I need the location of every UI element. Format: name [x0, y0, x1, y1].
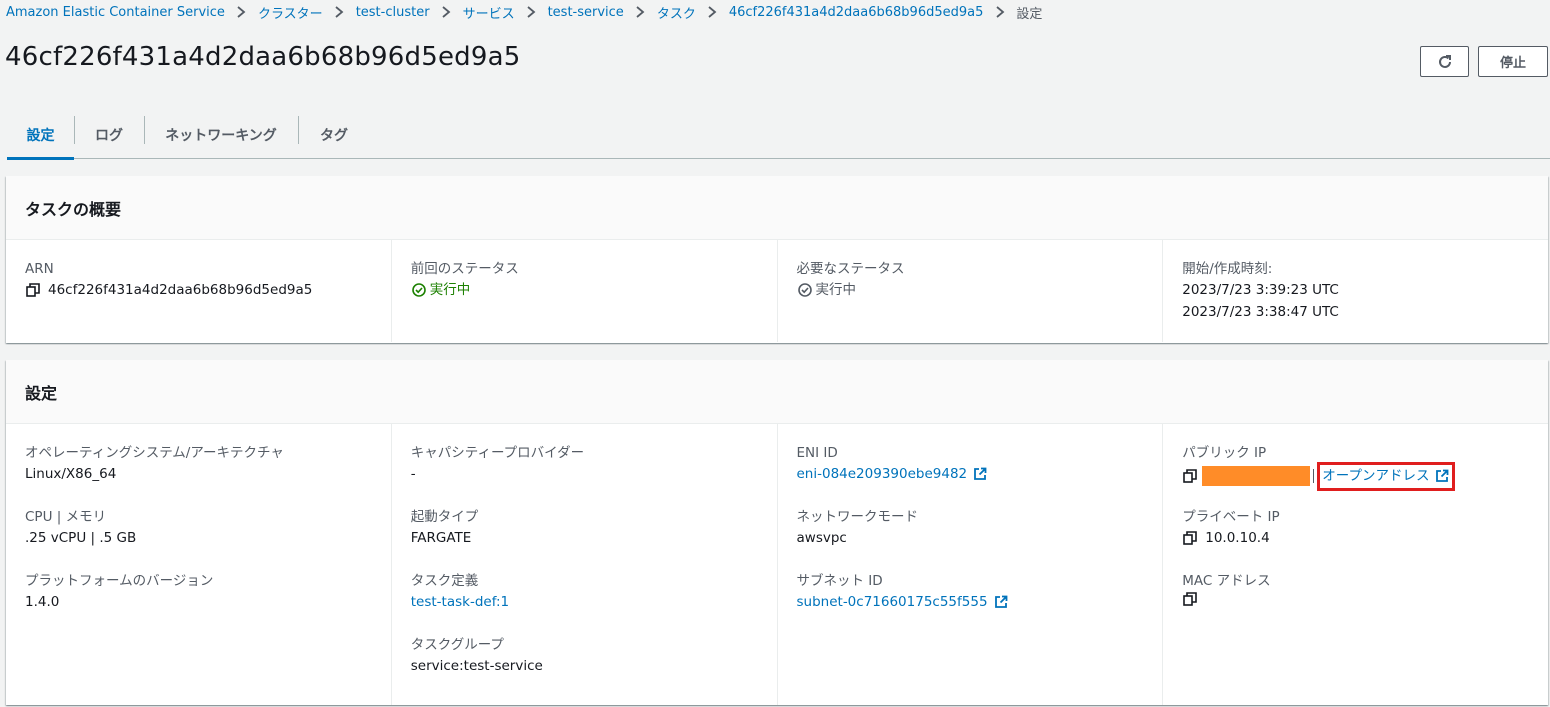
- arn-column: ARN 46cf226f431a4d2daa6b68b96d5ed9a5: [6, 240, 391, 342]
- chevron-right-icon: [225, 6, 258, 18]
- page-title: 46cf226f431a4d2daa6b68b96d5ed9a5: [5, 42, 521, 72]
- started-column: 開始/作成時刻: 2023/7/23 3:39:23 UTC 2023/7/23…: [1162, 240, 1548, 342]
- panel-title: タスクの概要: [6, 176, 1548, 240]
- breadcrumb-services[interactable]: サービス: [463, 3, 515, 22]
- status-stopped-icon: [797, 282, 813, 298]
- private-ip-value: 10.0.10.4: [1205, 530, 1270, 546]
- config-column-1: オペレーティングシステム/アーキテクチャ Linux/X86_64 CPU | …: [6, 424, 391, 705]
- chevron-right-icon: [983, 6, 1016, 18]
- breadcrumb-service[interactable]: test-service: [548, 5, 624, 20]
- breadcrumb-clusters[interactable]: クラスター: [258, 3, 323, 22]
- divider: [1313, 469, 1315, 483]
- tab-logs[interactable]: ログ: [74, 112, 144, 158]
- desired-status-column: 必要なステータス 実行中: [776, 240, 1163, 342]
- chevron-right-icon: [696, 6, 729, 18]
- status-positive-icon: [411, 282, 427, 298]
- task-group-label: タスクグループ: [410, 637, 504, 653]
- breadcrumb-current: 設定: [1016, 6, 1043, 22]
- capacity-provider-value: -: [410, 466, 416, 482]
- task-definition-link[interactable]: test-task-def:1: [411, 591, 509, 613]
- private-ip-label: プライベート IP: [1182, 509, 1280, 525]
- launch-type-value: FARGATE: [410, 530, 472, 546]
- public-ip-label: パブリック IP: [1182, 445, 1267, 461]
- header-actions: 停止: [1420, 46, 1548, 77]
- copy-icon[interactable]: [1182, 530, 1198, 546]
- copy-icon[interactable]: [1182, 591, 1198, 607]
- refresh-icon: [1437, 54, 1453, 70]
- copy-icon[interactable]: [25, 282, 41, 298]
- desired-status-value: 実行中: [815, 282, 857, 298]
- launch-type-label: 起動タイプ: [410, 509, 479, 525]
- desired-status-label: 必要なステータス: [796, 261, 905, 277]
- tab-tags[interactable]: タグ: [298, 112, 370, 158]
- arn-value: 46cf226f431a4d2daa6b68b96d5ed9a5: [48, 282, 313, 298]
- external-link-icon[interactable]: [1435, 469, 1449, 483]
- os-label: オペレーティングシステム/アーキテクチャ: [25, 445, 284, 461]
- os-value: Linux/X86_64: [25, 466, 117, 482]
- arn-label: ARN: [25, 261, 54, 277]
- last-status-column: 前回のステータス 実行中: [390, 240, 777, 342]
- config-column-4: パブリック IP オープンアドレス プライベート IP 10.0.10.4 MA…: [1162, 424, 1548, 705]
- platform-version-value: 1.4.0: [25, 594, 60, 610]
- network-mode-label: ネットワークモード: [796, 509, 919, 525]
- cpu-memory-label: CPU | メモリ: [25, 509, 107, 525]
- eni-id-link[interactable]: eni-084e209390ebe9482: [797, 463, 968, 485]
- cpu-memory-value: .25 vCPU | .5 GB: [25, 530, 137, 546]
- refresh-button[interactable]: [1420, 46, 1469, 77]
- copy-icon[interactable]: [1182, 468, 1198, 484]
- platform-version-label: プラットフォームのバージョン: [25, 573, 214, 589]
- external-link-icon[interactable]: [994, 595, 1008, 609]
- last-status-value: 実行中: [429, 282, 471, 298]
- external-link-icon[interactable]: [973, 467, 987, 481]
- stop-button[interactable]: 停止: [1478, 46, 1548, 77]
- chevron-right-icon: [515, 6, 548, 18]
- redacted-ip: [1202, 466, 1311, 486]
- breadcrumb-tasks[interactable]: タスク: [657, 3, 696, 22]
- breadcrumb-ecs[interactable]: Amazon Elastic Container Service: [6, 5, 225, 20]
- last-status-label: 前回のステータス: [410, 261, 519, 277]
- subnet-id-link[interactable]: subnet-0c71660175c55f555: [797, 591, 988, 613]
- breadcrumb-cluster[interactable]: test-cluster: [356, 5, 430, 20]
- started-value: 2023/7/23 3:39:23 UTC: [1182, 282, 1339, 298]
- config-column-2: キャパシティープロバイダー - 起動タイプ FARGATE タスク定義 test…: [390, 424, 777, 705]
- tab-networking[interactable]: ネットワーキング: [144, 112, 298, 158]
- created-value: 2023/7/23 3:38:47 UTC: [1182, 304, 1339, 320]
- panel-title: 設定: [6, 360, 1548, 424]
- open-address-link[interactable]: オープンアドレス: [1322, 465, 1429, 487]
- capacity-provider-label: キャパシティープロバイダー: [410, 445, 585, 461]
- started-label: 開始/作成時刻:: [1182, 261, 1273, 277]
- breadcrumb-task[interactable]: 46cf226f431a4d2daa6b68b96d5ed9a5: [729, 5, 984, 20]
- tab-configuration[interactable]: 設定: [7, 112, 74, 160]
- chevron-right-icon: [430, 6, 463, 18]
- chevron-right-icon: [624, 6, 657, 18]
- subnet-id-label: サブネット ID: [796, 573, 883, 589]
- config-column-3: ENI ID eni-084e209390ebe9482 ネットワークモード a…: [776, 424, 1163, 705]
- configuration-panel: 設定 オペレーティングシステム/アーキテクチャ Linux/X86_64 CPU…: [6, 360, 1548, 705]
- highlight-box: オープンアドレス: [1317, 461, 1456, 491]
- eni-id-label: ENI ID: [796, 445, 838, 461]
- network-mode-value: awsvpc: [796, 530, 847, 546]
- task-group-value: service:test-service: [410, 658, 543, 674]
- task-overview-panel: タスクの概要 ARN 46cf226f431a4d2daa6b68b96d5ed…: [6, 176, 1548, 343]
- chevron-right-icon: [323, 6, 356, 18]
- task-definition-label: タスク定義: [410, 573, 479, 589]
- mac-address-label: MAC アドレス: [1182, 573, 1271, 589]
- breadcrumb: Amazon Elastic Container Service クラスター t…: [6, 3, 1043, 22]
- tab-bar: 設定 ログ ネットワーキング タグ: [7, 112, 1550, 160]
